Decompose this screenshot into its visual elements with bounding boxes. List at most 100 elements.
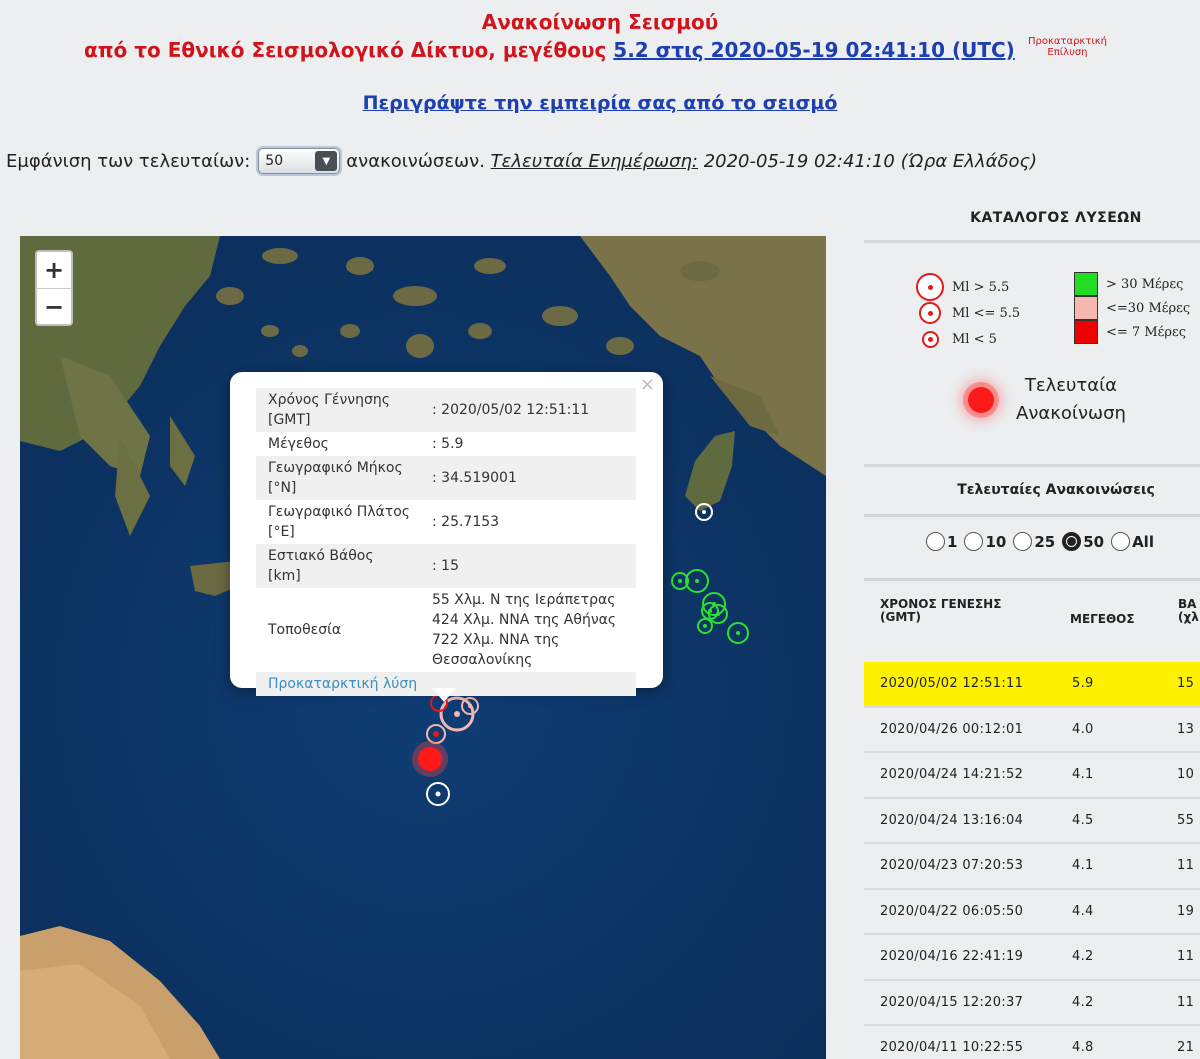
table-row[interactable]: 2020/04/23 07:20:53 4.1 11: [864, 844, 1200, 890]
large-circle-icon: [916, 273, 944, 301]
mag-label-medium: Ml <= 5.5: [952, 305, 1021, 321]
last-update-value: 2020-05-19 02:41:10 (Ώρα Ελλάδος): [703, 150, 1038, 172]
popup-key: Γεωγραφικό Μήκος [°N]: [256, 456, 420, 500]
popup-row: Εστιακό Βάθος [km]: 15: [256, 544, 636, 588]
marker-latest[interactable]: [412, 741, 448, 777]
popup-key: Χρόνος Γέννησης [GMT]: [256, 388, 420, 432]
recent-title: Τελευταίες Ανακοινώσεις: [957, 482, 1155, 498]
radio-button[interactable]: [1062, 532, 1082, 551]
table-row[interactable]: 2020/04/24 14:21:52 4.1 10: [864, 753, 1200, 799]
popup-key: Εστιακό Βάθος [km]: [256, 544, 420, 588]
popup-key: Τοποθεσία: [268, 622, 342, 638]
marker-old-1[interactable]: [695, 503, 713, 521]
announcement-subtitle: από το Εθνικό Σεισμολογικό Δίκτυο, μεγέθ…: [84, 38, 1015, 62]
age-label-month: <=30 Μέρες: [1106, 300, 1191, 316]
recent-events-table: ΧΡΟΝΟΣ ΓΕΝΕΣΗΣ (GMT) ΜΕΓΕΘΟΣ ΒΑ (χλ 2020…: [864, 582, 1200, 1059]
cell-date: 2020/04/24 14:21:52: [880, 767, 1024, 782]
radio-label: 10: [985, 532, 1007, 551]
radio-button[interactable]: [964, 532, 984, 551]
last-update-label: Τελευταία Ενημέρωση:: [490, 150, 698, 172]
marker-old-7[interactable]: [697, 618, 713, 634]
latest-line-1: Τελευταία: [1024, 375, 1118, 396]
cell-magnitude: 4.1: [1072, 858, 1094, 873]
table-row[interactable]: 2020/04/26 00:12:01 4.0 13: [864, 708, 1200, 753]
cell-date: 2020/04/16 22:41:19: [880, 949, 1024, 964]
radio-option-50[interactable]: 50: [1062, 532, 1104, 551]
table-row[interactable]: 2020/04/24 13:16:04 4.5 55: [864, 799, 1200, 844]
preliminary-solution-link[interactable]: Προκαταρκτική λύση: [256, 672, 636, 696]
cell-date: 2020/04/22 06:05:50: [880, 903, 1024, 919]
radio-label: 1: [947, 532, 958, 551]
divider: [864, 578, 1200, 581]
marker-recent-2[interactable]: [426, 724, 446, 744]
popup-row: Γεωγραφικό Μήκος [°N]: 34.519001: [256, 456, 636, 500]
cell-date: 2020/04/23 07:20:53: [880, 858, 1024, 873]
latest-dot-icon: [968, 387, 994, 413]
cell-date: 2020/05/02 12:51:11: [880, 676, 1024, 691]
preliminary-note[interactable]: Προκαταρκτική Επίλυση: [1028, 36, 1107, 58]
table-row[interactable]: 2020/05/02 12:51:11 5.9 15: [864, 662, 1200, 708]
cell-date: 2020/04/24 13:16:04: [880, 812, 1024, 828]
cell-magnitude: 5.9: [1072, 676, 1094, 691]
event-details-table: Χρόνος Γέννησης [GMT]: 2020/05/02 12:51:…: [256, 388, 636, 696]
popup-close-button[interactable]: ×: [640, 374, 655, 395]
cell-depth: 55: [1177, 812, 1195, 828]
table-row[interactable]: 2020/04/22 06:05:50 4.4 19: [864, 890, 1200, 935]
prelim-line-2: Επίλυση: [1047, 47, 1088, 58]
show-last-row: Εμφάνιση των τελευταίων: 50 ▼ ανακοινώσε…: [6, 148, 1037, 174]
popup-value: : 5.9: [432, 436, 464, 452]
cell-magnitude: 4.1: [1072, 767, 1094, 782]
radio-option-10[interactable]: 10: [964, 532, 1006, 551]
cell-magnitude: 4.8: [1072, 1040, 1094, 1055]
earthquake-map[interactable]: + − × Χρόνος Γέννησης [GMT]: 2020/05/02 …: [20, 236, 826, 1059]
marker-old-9[interactable]: [426, 782, 450, 806]
table-row[interactable]: 2020/04/16 22:41:19 4.2 11: [864, 935, 1200, 981]
divider: [864, 464, 1200, 467]
radio-option-25[interactable]: 25: [1013, 532, 1055, 551]
green-swatch: [1074, 272, 1098, 296]
show-last-label: Εμφάνιση των τελευταίων:: [6, 150, 251, 172]
latest-announcement-legend: Τελευταία Ανακοίνωση: [968, 372, 1126, 428]
latest-quake-link[interactable]: 5.2 στις 2020-05-19 02:41:10 (UTC): [613, 38, 1015, 62]
cell-depth: 11: [1177, 994, 1195, 1010]
age-label-week: <= 7 Μέρες: [1106, 324, 1187, 340]
count-radio-group: 1 10 25 50 All: [926, 532, 1161, 551]
radio-button[interactable]: [926, 532, 945, 551]
marker-old-8[interactable]: [727, 622, 749, 644]
select-value: 50: [265, 153, 284, 169]
age-label-old: > 30 Μέρες: [1106, 276, 1184, 292]
radio-label: 50: [1083, 532, 1105, 551]
radio-option-1[interactable]: 1: [926, 532, 957, 551]
cell-date: 2020/04/26 00:12:01: [880, 721, 1024, 737]
cell-depth: 11: [1177, 949, 1195, 964]
popup-row: Χρόνος Γέννησης [GMT]: 2020/05/02 12:51:…: [256, 388, 636, 432]
col-depth: ΒΑ (χλ: [1178, 598, 1199, 624]
radio-button[interactable]: [1013, 532, 1033, 551]
col-origin-time: ΧΡΟΝΟΣ ΓΕΝΕΣΗΣ (GMT): [880, 597, 1002, 624]
divider: [864, 514, 1200, 517]
marker-medium-2[interactable]: [461, 697, 479, 715]
popup-key: Μέγεθος: [268, 436, 329, 452]
table-row[interactable]: 2020/04/11 10:22:55 4.8 21: [864, 1026, 1200, 1059]
cell-magnitude: 4.5: [1072, 812, 1094, 828]
announcements-word: ανακοινώσεων.: [346, 150, 485, 172]
announcements-count-select[interactable]: 50 ▼: [258, 148, 341, 174]
cell-magnitude: 4.4: [1072, 903, 1094, 919]
describe-experience-link[interactable]: Περιγράψτε την εμπειρία σας από το σεισμ…: [0, 92, 1200, 114]
popup-value: : 2020/05/02 12:51:11: [420, 388, 636, 432]
radio-option-all[interactable]: All: [1111, 532, 1154, 551]
table-row[interactable]: 2020/04/15 12:20:37 4.2 11: [864, 981, 1200, 1026]
popup-row: Τοποθεσία 55 Χλμ. Ν της Ιεράπετρας 424 Χλ…: [256, 588, 636, 672]
chevron-down-icon: ▼: [315, 151, 338, 171]
popup-row: Γεωγραφικό Πλάτος [°E]: 25.7153: [256, 500, 636, 544]
popup-value: 55 Χλμ. Ν της Ιεράπετρας 424 Χλμ. ΝΝΑ τη…: [432, 592, 617, 668]
popup-value: : 15: [420, 544, 636, 588]
cell-magnitude: 4.2: [1072, 994, 1094, 1010]
announcement-title: Ανακοίνωση Σεισμού: [481, 10, 719, 34]
table-header: ΧΡΟΝΟΣ ΓΕΝΕΣΗΣ (GMT) ΜΕΓΕΘΟΣ ΒΑ (χλ: [864, 582, 1200, 662]
cell-magnitude: 4.0: [1072, 721, 1094, 737]
marker-old-3[interactable]: [685, 569, 709, 593]
pink-swatch: [1074, 296, 1098, 320]
radio-button[interactable]: [1111, 532, 1131, 551]
prelim-line-1: Προκαταρκτική: [1028, 36, 1107, 47]
